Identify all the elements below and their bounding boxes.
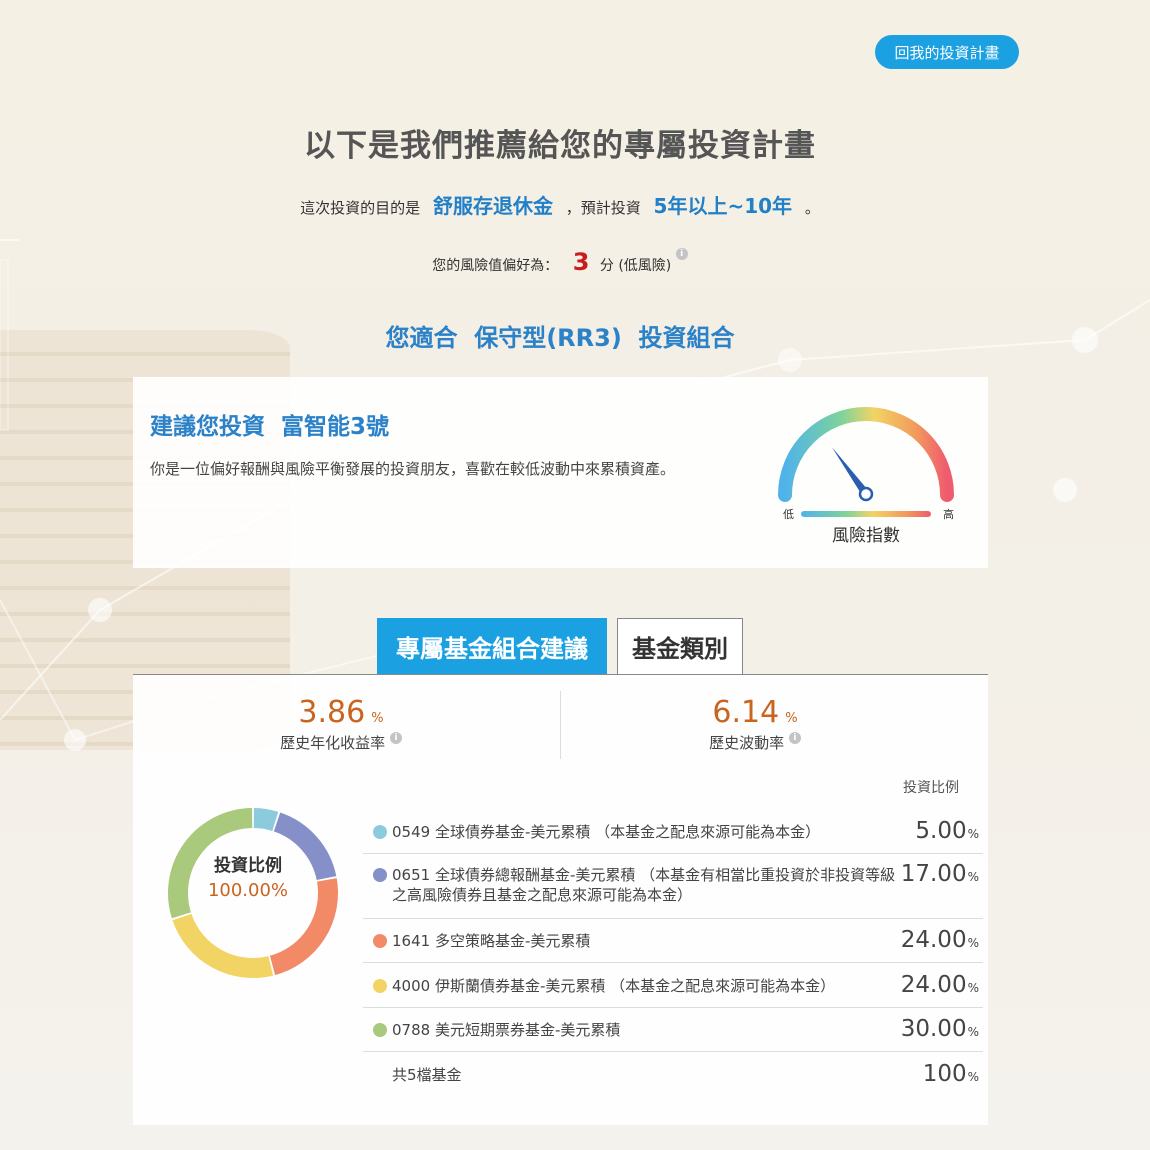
risk-prefix: 您的風險值偏好為： bbox=[432, 258, 559, 274]
volatility-label: 歷史波動率 bbox=[709, 734, 785, 752]
return-stat: 3.86% 歷史年化收益率 i bbox=[191, 695, 491, 753]
fund-row[interactable]: 0651 全球債券總報酬基金-美元累積 （本基金有相當比重投資於非投資等級之高風… bbox=[363, 854, 983, 919]
recommendation-card: 建議您投資 富智能3號 你是一位偏好報酬與風險平衡發展的投資朋友，喜歡在較低波動… bbox=[133, 377, 988, 568]
fund-pct: 17.00% bbox=[901, 861, 979, 887]
info-icon[interactable]: i bbox=[675, 248, 688, 260]
fund-pct-unit: % bbox=[967, 981, 979, 995]
donut-slice bbox=[172, 913, 274, 978]
fund-pct-unit: % bbox=[967, 870, 979, 884]
fund-name: 0651 全球債券總報酬基金-美元累積 （本基金有相當比重投資於非投資等級之高風… bbox=[392, 866, 896, 904]
risk-score: 3 bbox=[572, 248, 590, 276]
recommendation-description: 你是一位偏好報酬與風險平衡發展的投資朋友，喜歡在較低波動中來累積資產。 bbox=[150, 460, 676, 478]
purpose-prefix: 這次投資的目的是 bbox=[300, 199, 421, 217]
fund-color-dot bbox=[373, 1023, 387, 1037]
return-unit: % bbox=[371, 711, 384, 726]
donut-slice bbox=[253, 808, 279, 832]
tab-fund-portfolio[interactable]: 專屬基金組合建議 bbox=[377, 618, 607, 674]
ratio-column-header: 投資比例 bbox=[903, 780, 959, 796]
fund-color-dot bbox=[373, 825, 387, 839]
donut-center-title: 投資比例 bbox=[214, 856, 282, 876]
fund-color-dot bbox=[373, 868, 387, 882]
fund-name: 1641 多空策略基金-美元累積 bbox=[392, 932, 591, 950]
fund-row[interactable]: 1641 多空策略基金-美元累積 24.00% bbox=[363, 919, 983, 963]
portfolio-card: 3.86% 歷史年化收益率 i 6.14% 歷史波動率 i 投資比例 投資比例 … bbox=[133, 675, 988, 1125]
fund-pct-unit: % bbox=[967, 936, 979, 950]
volatility-unit: % bbox=[785, 711, 798, 726]
fund-pct: 5.00% bbox=[915, 818, 979, 844]
purpose-goal: 舒服存退休金 bbox=[432, 194, 553, 218]
fund-row[interactable]: 4000 伊斯蘭債券基金-美元累積 （本基金之配息來源可能為本金） 24.00% bbox=[363, 963, 983, 1008]
fund-pct-value: 24.00 bbox=[900, 927, 967, 953]
return-value: 3.86 bbox=[298, 695, 366, 730]
info-icon[interactable]: i bbox=[788, 732, 801, 744]
fund-color-dot bbox=[373, 934, 387, 948]
total-pct-unit: % bbox=[967, 1070, 979, 1084]
fund-row[interactable]: 0788 美元短期票券基金-美元累積 30.00% bbox=[363, 1008, 983, 1052]
fund-name: 0788 美元短期票券基金-美元累積 bbox=[392, 1021, 621, 1039]
stat-divider bbox=[560, 691, 561, 759]
purpose-mid: ，預計投資 bbox=[565, 199, 641, 217]
recommendation-heading: 建議您投資 富智能3號 bbox=[150, 414, 390, 440]
purpose-period: 5年以上~10年 bbox=[653, 194, 793, 218]
volatility-stat: 6.14% 歷史波動率 i bbox=[605, 695, 905, 753]
risk-suffix: 分 (低風險) bbox=[599, 258, 672, 274]
fund-pct-unit: % bbox=[967, 1025, 979, 1039]
volatility-value: 6.14 bbox=[712, 695, 780, 730]
fund-pct: 30.00% bbox=[901, 1016, 979, 1042]
donut-center: 投資比例 100.00% bbox=[153, 851, 343, 901]
fund-list: 0549 全球債券基金-美元累積 （本基金之配息來源可能為本金） 5.00% 0… bbox=[363, 810, 983, 1098]
total-pct-value: 100 bbox=[922, 1061, 967, 1087]
tab-fund-category[interactable]: 基金類別 bbox=[617, 618, 743, 674]
purpose-suffix: 。 bbox=[804, 199, 820, 217]
investment-purpose: 這次投資的目的是 舒服存退休金 ，預計投資 5年以上~10年 。 bbox=[0, 190, 1120, 219]
fund-pct-unit: % bbox=[967, 827, 979, 841]
info-icon[interactable]: i bbox=[389, 732, 402, 744]
fund-pct: 24.00% bbox=[901, 927, 979, 953]
gauge-high-label: 高 bbox=[943, 507, 954, 521]
donut-center-value: 100.00% bbox=[207, 880, 289, 901]
fund-color-dot bbox=[373, 979, 387, 993]
page-title: 以下是我們推薦給您的專屬投資計畫 bbox=[304, 128, 816, 164]
fund-pct-value: 17.00 bbox=[900, 861, 967, 887]
total-row: 共5檔基金 100% bbox=[363, 1052, 983, 1098]
risk-gauge: 低 高 風險指數 bbox=[773, 397, 973, 557]
fund-pct-value: 30.00 bbox=[900, 1016, 967, 1042]
return-label: 歷史年化收益率 bbox=[280, 734, 386, 752]
gauge-caption: 風險指數 bbox=[832, 526, 900, 546]
suitability-heading: 您適合 保守型(RR3) 投資組合 bbox=[385, 324, 735, 352]
back-to-my-plan-button[interactable]: 回我的投資計畫 bbox=[875, 35, 1019, 69]
fund-name: 4000 伊斯蘭債券基金-美元累積 （本基金之配息來源可能為本金） bbox=[392, 977, 836, 995]
fund-row[interactable]: 0549 全球債券基金-美元累積 （本基金之配息來源可能為本金） 5.00% bbox=[363, 810, 983, 854]
fund-name: 0549 全球債券基金-美元累積 （本基金之配息來源可能為本金） bbox=[392, 823, 821, 841]
fund-pct-value: 24.00 bbox=[900, 972, 967, 998]
total-label: 共5檔基金 bbox=[392, 1066, 462, 1084]
risk-preference: 您的風險值偏好為： 3 分 (低風險) i bbox=[0, 248, 1120, 276]
gauge-low-label: 低 bbox=[783, 508, 794, 521]
fund-pct: 24.00% bbox=[901, 972, 979, 998]
total-pct: 100% bbox=[923, 1061, 979, 1087]
fund-pct-value: 5.00 bbox=[915, 818, 967, 844]
